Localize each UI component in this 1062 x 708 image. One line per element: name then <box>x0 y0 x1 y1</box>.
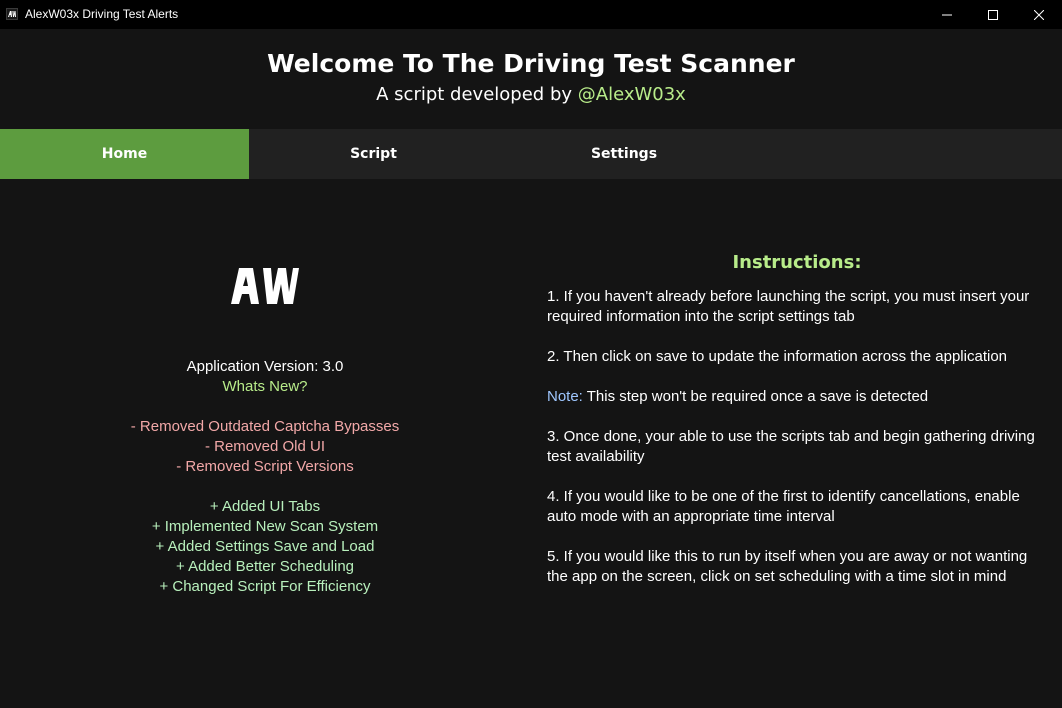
changelog-added-item: + Changed Script For Efficiency <box>159 578 371 595</box>
changelog-removed-item: - Removed Old UI <box>204 438 326 455</box>
aw-logo-icon <box>231 268 299 304</box>
instruction-step-4: 4. If you would like to be one of the fi… <box>547 488 1020 525</box>
instructions-panel: 1. If you haven't already before launchi… <box>547 287 1052 607</box>
tab-settings[interactable]: Settings <box>498 129 750 179</box>
window-titlebar: AlexW03x Driving Test Alerts <box>0 0 1062 29</box>
changelog-removed-item: - Removed Script Versions <box>176 458 354 475</box>
minimize-button[interactable] <box>924 0 970 29</box>
tab-home[interactable]: Home <box>0 129 249 179</box>
changelog-added-item: + Implemented New Scan System <box>151 518 379 535</box>
changelog-removed-item: - Removed Outdated Captcha Bypasses <box>130 418 400 435</box>
instructions-title: Instructions: <box>732 252 862 273</box>
instruction-step-1: 1. If you haven't already before launchi… <box>547 288 1030 325</box>
tab-script[interactable]: Script <box>249 129 498 179</box>
tab-bar: Home Script Settings <box>0 129 1062 179</box>
whats-new-label: Whats New? <box>222 378 308 395</box>
instruction-step-2: 2. Then click on save to update the info… <box>547 348 1007 365</box>
close-icon <box>1034 9 1044 20</box>
app-header: Welcome To The Driving Test Scanner A sc… <box>0 29 1062 129</box>
instruction-note: Note: This step won't be required once a… <box>547 387 1052 407</box>
close-button[interactable] <box>1016 0 1062 29</box>
note-label: Note: <box>547 388 583 405</box>
window-title: AlexW03x Driving Test Alerts <box>25 7 179 21</box>
maximize-icon <box>988 9 998 20</box>
maximize-button[interactable] <box>970 0 1016 29</box>
changelog-added-item: + Added Settings Save and Load <box>155 538 375 555</box>
instruction-step-3: 3. Once done, your able to use the scrip… <box>547 428 1035 465</box>
subtitle-prefix: A script developed by <box>376 84 578 105</box>
author-handle: @AlexW03x <box>577 84 686 105</box>
changelog-added-item: + Added Better Scheduling <box>175 558 355 575</box>
note-text: This step won't be required once a save … <box>582 388 929 405</box>
minimize-icon <box>942 14 952 15</box>
version-text: Application Version: 3.0 <box>186 358 344 375</box>
changelog-added-item: + Added UI Tabs <box>209 498 321 515</box>
page-title: Welcome To The Driving Test Scanner <box>267 49 795 78</box>
page-subtitle: A script developed by @AlexW03x <box>0 84 1062 105</box>
aw-logo-icon <box>6 8 18 20</box>
instruction-step-5: 5. If you would like this to run by itse… <box>547 548 1028 585</box>
changelog-panel: Application Version: 3.0 Whats New? - Re… <box>30 357 500 597</box>
